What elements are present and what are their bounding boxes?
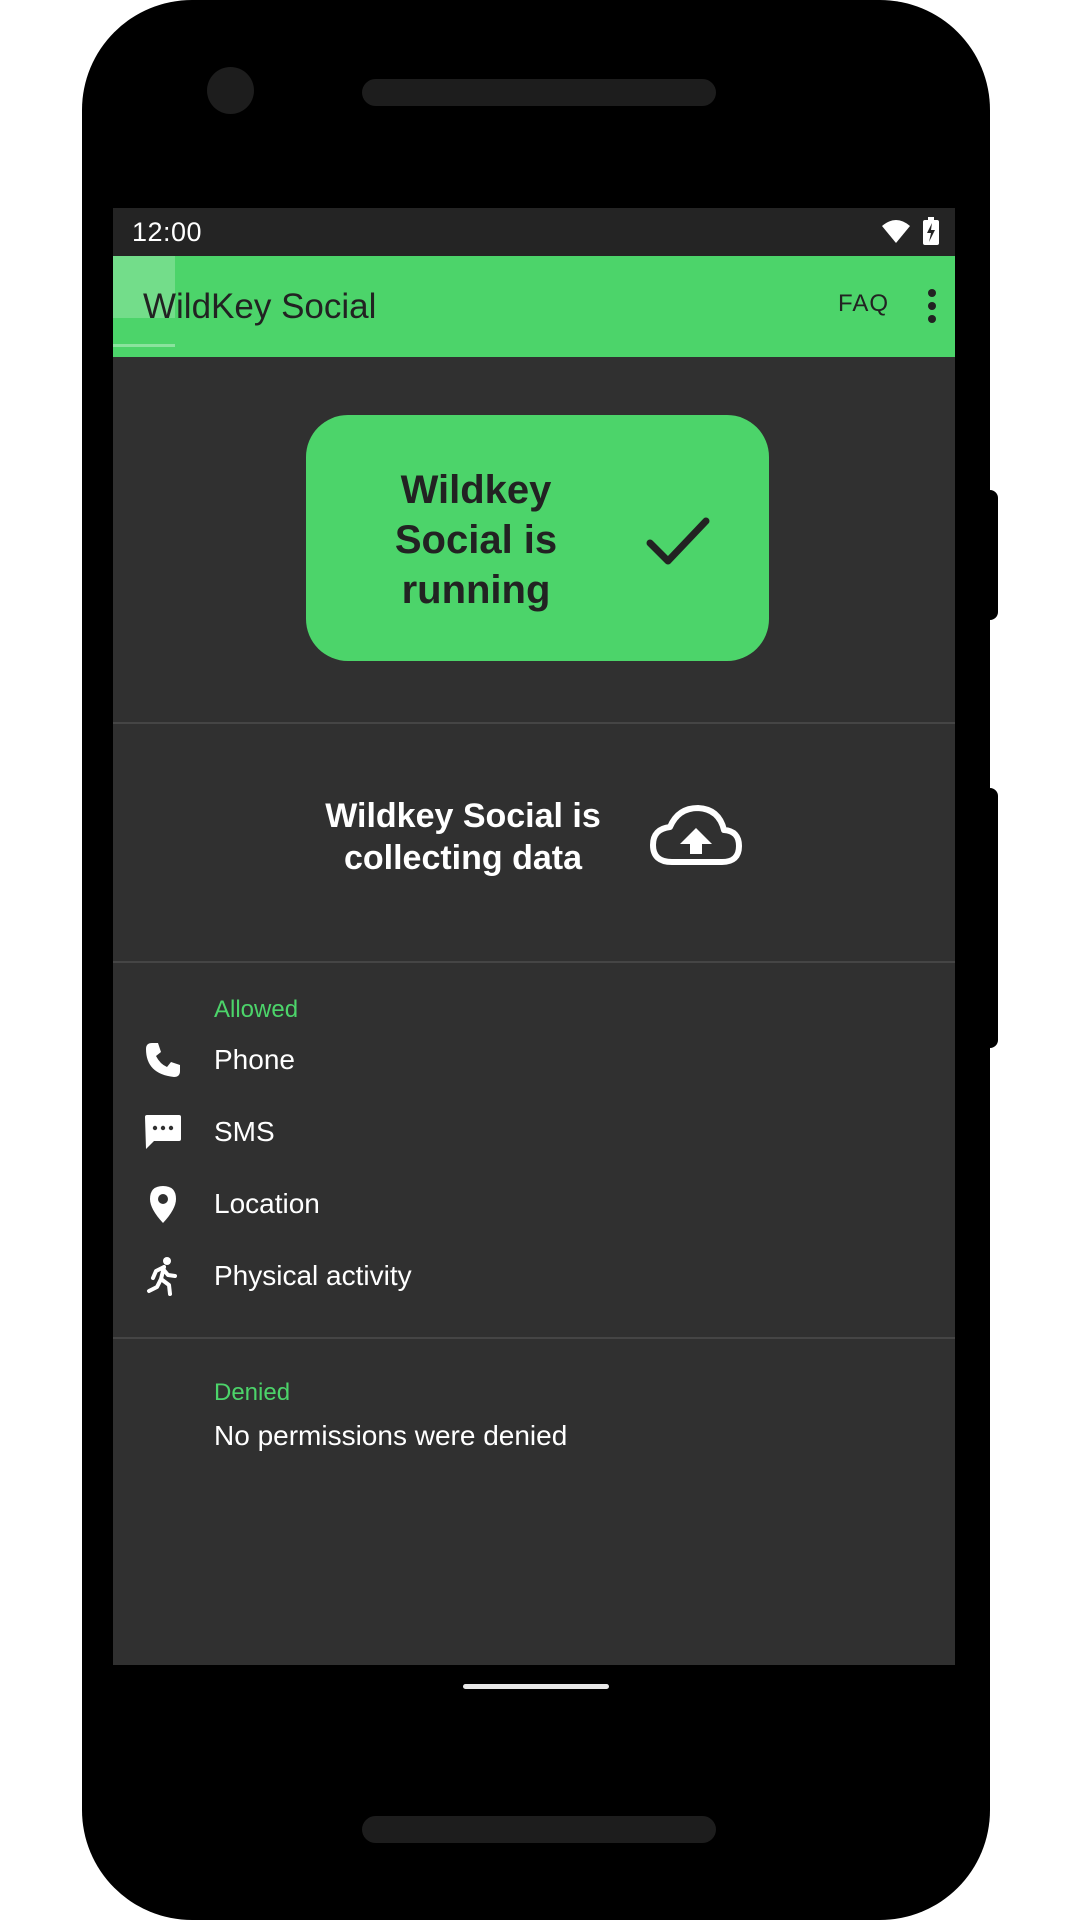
status-time: 12:00 bbox=[132, 217, 203, 247]
permission-row-sms: SMS bbox=[113, 1108, 955, 1156]
running-status-card: Wildkey Social is running bbox=[306, 415, 769, 661]
sms-icon bbox=[145, 1115, 181, 1149]
permission-label: Phone bbox=[214, 1044, 295, 1075]
power-button bbox=[988, 490, 998, 620]
collecting-status-text: Wildkey Social is collecting data bbox=[325, 797, 601, 877]
denied-section-label: Denied bbox=[214, 1379, 291, 1406]
check-icon bbox=[646, 517, 710, 565]
permission-label: SMS bbox=[214, 1116, 275, 1147]
permission-row-location: Location bbox=[113, 1180, 955, 1228]
divider bbox=[113, 961, 955, 963]
status-icons bbox=[881, 217, 939, 245]
bottom-speaker bbox=[362, 1816, 716, 1843]
permission-row-activity: Physical activity bbox=[113, 1252, 955, 1300]
location-icon bbox=[150, 1186, 176, 1223]
app-bar: WildKey Social FAQ bbox=[113, 256, 955, 357]
phone-screen: 12:00 WildKey Social FAQ Wildkey Social … bbox=[113, 208, 955, 1665]
permission-row-phone: Phone bbox=[113, 1036, 955, 1084]
denied-permissions-text: No permissions were denied bbox=[214, 1420, 568, 1451]
permission-label: Physical activity bbox=[214, 1260, 412, 1291]
front-camera bbox=[207, 67, 254, 114]
running-icon bbox=[147, 1257, 177, 1296]
gesture-nav-handle[interactable] bbox=[463, 1684, 609, 1689]
permission-label: Location bbox=[214, 1188, 320, 1219]
top-speaker bbox=[362, 79, 716, 106]
faq-button[interactable]: FAQ bbox=[838, 290, 889, 318]
phone-icon bbox=[146, 1043, 180, 1077]
wifi-icon bbox=[882, 220, 910, 243]
allowed-section-label: Allowed bbox=[214, 996, 299, 1023]
divider bbox=[113, 1337, 955, 1339]
status-bar: 12:00 bbox=[113, 208, 955, 256]
more-vert-icon[interactable] bbox=[925, 288, 939, 324]
cloud-upload-icon bbox=[650, 805, 742, 865]
battery-charging-icon bbox=[923, 217, 939, 245]
volume-button bbox=[988, 788, 998, 1048]
app-title: WildKey Social bbox=[143, 287, 377, 326]
running-status-text: Wildkey Social is running bbox=[394, 468, 558, 612]
divider bbox=[113, 722, 955, 724]
nav-ripple-line bbox=[113, 344, 175, 347]
